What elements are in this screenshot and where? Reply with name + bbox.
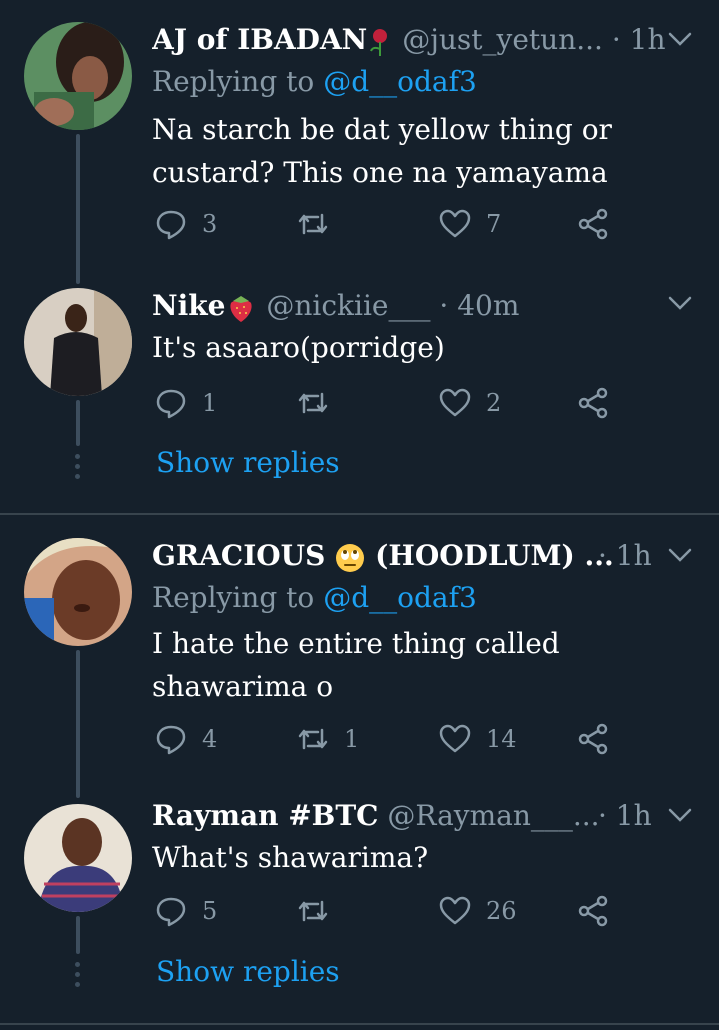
- user-handle[interactable]: @just_yetun...: [402, 23, 603, 56]
- thread-line: [76, 650, 80, 798]
- display-name[interactable]: AJ of IBADAN: [152, 23, 367, 56]
- tweet-text: What's shawarima?: [152, 841, 429, 874]
- share-icon: [578, 895, 608, 927]
- reply-count: 5: [202, 897, 218, 925]
- retweet-icon: [298, 728, 328, 750]
- tweet-time[interactable]: · 1h: [612, 23, 666, 56]
- reply-count: 1: [202, 389, 218, 417]
- like-button[interactable]: 26: [438, 891, 517, 931]
- thread-line: [76, 916, 80, 954]
- heart-icon: [439, 209, 471, 238]
- thread-line: [76, 400, 80, 446]
- rose-icon: [370, 28, 388, 56]
- avatar[interactable]: [24, 288, 132, 396]
- like-button[interactable]: 2: [438, 383, 501, 423]
- chevron-down-icon[interactable]: [667, 802, 693, 828]
- tweet-text: Na starch be dat yellow thing or custard…: [152, 113, 612, 189]
- mention-link[interactable]: @d__odaf3: [323, 65, 477, 98]
- user-handle[interactable]: @nickiie___: [266, 289, 430, 322]
- chevron-down-icon[interactable]: [667, 542, 693, 568]
- thread-dots: [75, 962, 81, 992]
- reply-button[interactable]: 1: [154, 383, 217, 423]
- show-replies-link[interactable]: Show replies: [156, 955, 340, 988]
- tweet-actions: 3 7: [152, 204, 622, 244]
- user-handle[interactable]: @Rayman___...: [387, 799, 599, 832]
- reply-button[interactable]: 4: [154, 719, 217, 759]
- eye-roll-face-icon: [336, 543, 365, 572]
- thread-line: [76, 134, 80, 284]
- show-replies-link[interactable]: Show replies: [156, 446, 340, 479]
- retweet-button[interactable]: [296, 204, 344, 244]
- reply-icon: [156, 210, 186, 240]
- retweet-count: 1: [344, 725, 360, 753]
- tweet-time[interactable]: · 1h: [598, 798, 652, 834]
- share-button[interactable]: [576, 891, 610, 931]
- tweet-header: AJ of IBADAN @just_yetun... · 1h: [152, 22, 683, 58]
- share-button[interactable]: [576, 204, 610, 244]
- share-icon: [578, 723, 608, 755]
- avatar[interactable]: [24, 804, 132, 912]
- display-name[interactable]: Rayman #BTC: [152, 799, 378, 832]
- like-button[interactable]: 14: [438, 719, 517, 759]
- like-count: 26: [486, 897, 517, 925]
- retweet-button[interactable]: [296, 383, 344, 423]
- retweet-icon: [298, 392, 328, 414]
- reply-button[interactable]: 5: [154, 891, 217, 931]
- share-icon: [578, 208, 608, 240]
- avatar[interactable]: [24, 22, 132, 130]
- retweet-icon: [298, 900, 328, 922]
- reply-count: 4: [202, 725, 218, 753]
- retweet-button[interactable]: [296, 891, 344, 931]
- replying-to: Replying to @d__odaf3: [152, 581, 477, 614]
- tweet-actions: 5 26: [152, 891, 622, 931]
- reply-count: 3: [202, 210, 218, 238]
- tweet-text: It's asaaro(porridge): [152, 331, 445, 364]
- replying-to: Replying to @d__odaf3: [152, 65, 477, 98]
- share-button[interactable]: [576, 383, 610, 423]
- retweet-icon: [298, 213, 328, 235]
- like-count: 2: [486, 389, 502, 417]
- divider: [0, 513, 719, 515]
- mention-link[interactable]: @d__odaf3: [323, 581, 477, 614]
- tweet-time[interactable]: · 1h: [598, 538, 652, 574]
- share-icon: [578, 387, 608, 419]
- reply-icon: [156, 725, 186, 755]
- share-button[interactable]: [576, 719, 610, 759]
- strawberry-icon: [230, 295, 253, 322]
- like-count: 7: [486, 210, 502, 238]
- display-name-suffix[interactable]: (HOODLUM) ...: [375, 539, 614, 572]
- heart-icon: [439, 724, 471, 753]
- tweet-text: I hate the entire thing called shawarima…: [152, 627, 560, 703]
- chevron-down-icon[interactable]: [667, 26, 693, 52]
- heart-icon: [439, 388, 471, 417]
- reply-icon: [156, 897, 186, 927]
- display-name[interactable]: Nike: [152, 289, 225, 322]
- retweet-button[interactable]: 1: [296, 719, 359, 759]
- heart-icon: [439, 896, 471, 925]
- reply-button[interactable]: 3: [154, 204, 217, 244]
- like-count: 14: [486, 725, 517, 753]
- display-name[interactable]: GRACIOUS: [152, 539, 325, 572]
- divider: [0, 1023, 719, 1025]
- tweet-actions: 1 2: [152, 383, 622, 423]
- chevron-down-icon[interactable]: [667, 290, 693, 316]
- avatar[interactable]: [24, 538, 132, 646]
- tweet-actions: 4 1 14: [152, 719, 622, 759]
- like-button[interactable]: 7: [438, 204, 501, 244]
- tweet-header: Nike @nickiie___ · 40m: [152, 288, 683, 324]
- tweet-time[interactable]: · 40m: [439, 289, 519, 322]
- thread-dots: [75, 454, 81, 484]
- reply-icon: [156, 389, 186, 419]
